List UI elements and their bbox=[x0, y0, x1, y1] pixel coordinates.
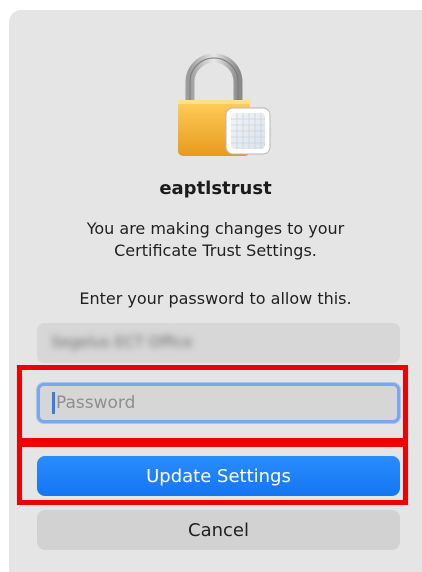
update-settings-button[interactable]: Update Settings bbox=[37, 456, 400, 496]
message-line-1: You are making changes to your bbox=[86, 219, 345, 238]
text-caret bbox=[52, 392, 55, 414]
message-line-2: Certificate Trust Settings. bbox=[114, 241, 317, 260]
password-placeholder: Password bbox=[56, 393, 136, 413]
cancel-button[interactable]: Cancel bbox=[37, 510, 400, 550]
authorization-dialog: eaptlstrust You are making changes to yo… bbox=[9, 10, 422, 572]
username-value: Segelus ECT Office bbox=[51, 333, 193, 351]
password-prompt: Enter your password to allow this. bbox=[79, 289, 352, 308]
padlock-icon bbox=[176, 52, 272, 162]
password-field[interactable]: Password bbox=[37, 383, 400, 423]
app-name: eaptlstrust bbox=[159, 178, 272, 199]
username-field[interactable]: Segelus ECT Office bbox=[37, 323, 400, 363]
